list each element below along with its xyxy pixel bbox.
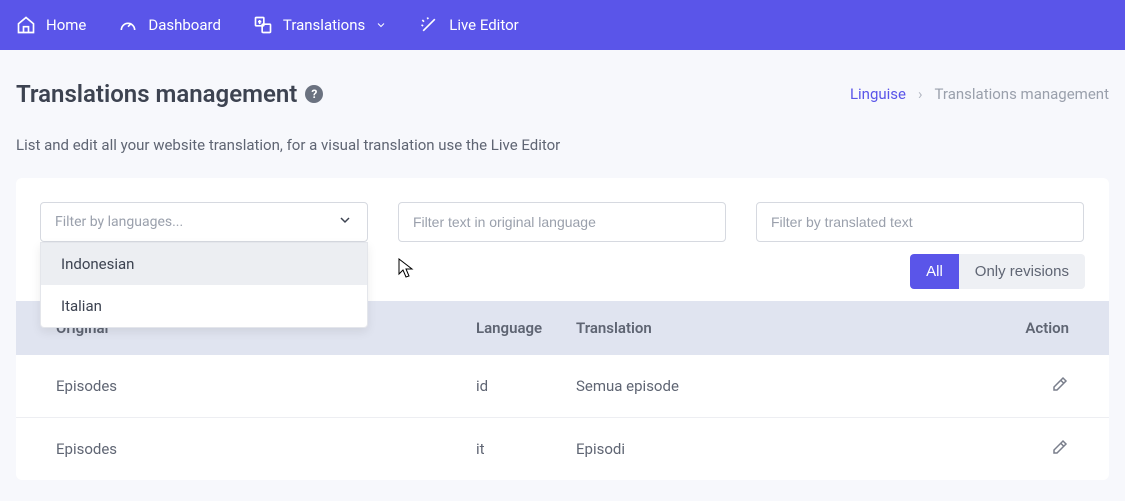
chevron-down-icon [375,19,387,31]
translate-icon [253,15,273,35]
help-icon[interactable]: ? [305,85,323,103]
breadcrumb: Linguise › Translations management [850,85,1109,103]
nav-translations[interactable]: Translations [253,15,387,35]
col-header-translation: Translation [576,319,1009,337]
edit-icon [1051,379,1069,397]
page-subtitle: List and edit all your website translati… [16,136,1109,154]
cell-language: it [476,440,576,458]
table-row: Episodes id Semua episode [16,355,1109,418]
page-header: Translations management ? Linguise › Tra… [16,80,1109,108]
gauge-icon [118,15,138,35]
cell-translation: Episodi [576,440,1009,458]
language-dropdown: Indonesian Italian [40,242,368,328]
nav-home-label: Home [46,16,86,34]
revision-toggle: All Only revisions [910,254,1085,289]
language-filter[interactable]: Filter by languages... [40,202,368,242]
table-row: Episodes it Episodi [16,418,1109,480]
page-body: Translations management ? Linguise › Tra… [0,50,1125,480]
chevron-right-icon: › [918,85,923,103]
nav-translations-label: Translations [283,16,365,34]
nav-home[interactable]: Home [16,15,86,35]
cell-original: Episodes [56,377,476,395]
filter-row: Filter by languages... Indonesian Italia… [16,178,1109,242]
language-option-italian[interactable]: Italian [41,285,367,327]
chevron-down-icon [337,212,353,232]
col-header-language: Language [476,319,576,337]
translated-text-filter[interactable] [756,202,1084,242]
cell-language: id [476,377,576,395]
home-icon [16,15,36,35]
col-header-action: Action [1009,319,1069,337]
edit-button[interactable] [1009,438,1069,460]
cell-original: Episodes [56,440,476,458]
top-navigation: Home Dashboard Translations Live Editor [0,0,1125,50]
nav-live-editor[interactable]: Live Editor [419,15,518,35]
breadcrumb-root[interactable]: Linguise [850,85,906,103]
wand-icon [419,15,439,35]
language-filter-placeholder: Filter by languages... [55,214,183,230]
breadcrumb-current: Translations management [935,85,1109,103]
edit-button[interactable] [1009,375,1069,397]
edit-icon [1051,442,1069,460]
original-text-filter[interactable] [398,202,726,242]
toggle-all-button[interactable]: All [910,254,959,289]
language-filter-wrap: Filter by languages... Indonesian Italia… [40,202,368,242]
filter-card: Filter by languages... Indonesian Italia… [16,178,1109,480]
page-title: Translations management [16,80,297,108]
cell-translation: Semua episode [576,377,1009,395]
toggle-revisions-button[interactable]: Only revisions [959,254,1085,289]
nav-dashboard[interactable]: Dashboard [118,15,221,35]
language-option-indonesian[interactable]: Indonesian [41,243,367,285]
nav-live-editor-label: Live Editor [449,16,518,34]
nav-dashboard-label: Dashboard [148,16,221,34]
